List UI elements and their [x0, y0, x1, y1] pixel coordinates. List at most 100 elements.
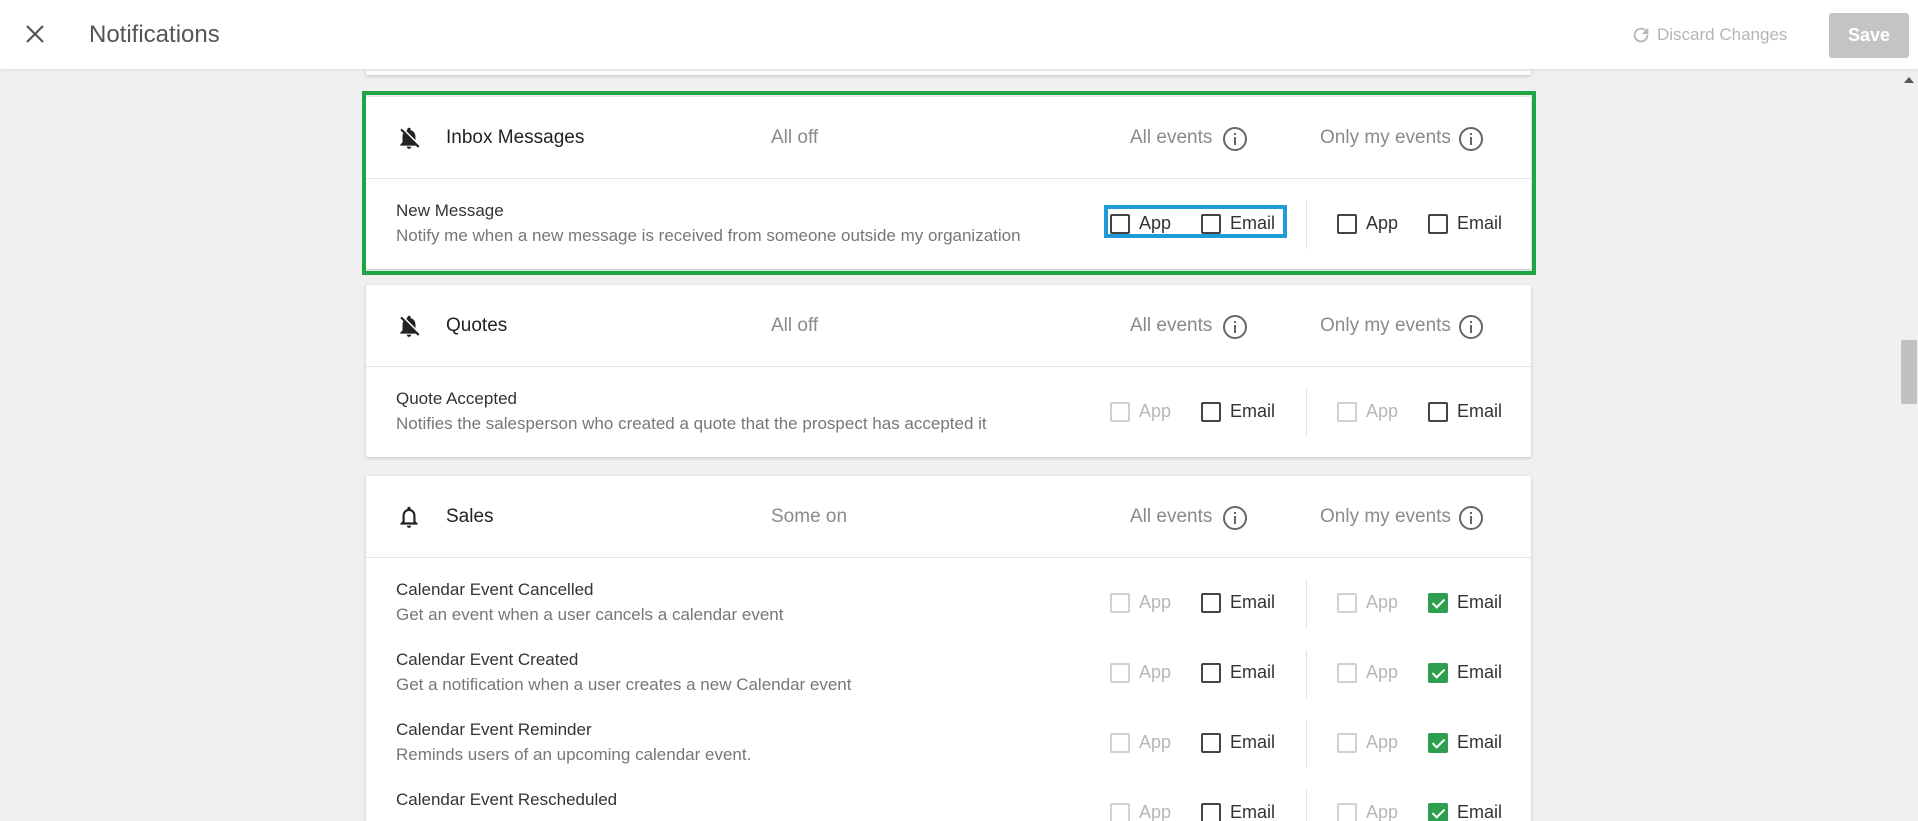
only-my-events-label: Only my events — [1320, 506, 1451, 527]
bell-off-icon — [396, 313, 422, 339]
my-events-email-checkbox[interactable] — [1428, 593, 1448, 613]
my-events-app-label: App — [1366, 732, 1399, 752]
notification-title: New Message — [396, 201, 504, 220]
notification-description: Notify me when a new message is received… — [396, 226, 1021, 245]
my-events-app-label: App — [1366, 592, 1399, 612]
all-events-email-label: Email — [1230, 732, 1276, 752]
section-status: All off — [771, 315, 819, 336]
notification-title: Calendar Event Rescheduled — [396, 790, 618, 809]
all-events-app-label: App — [1139, 732, 1172, 752]
column-divider — [1306, 389, 1307, 437]
info-icon[interactable] — [1222, 505, 1248, 531]
all-events-app-checkbox — [1110, 663, 1130, 683]
all-events-email-label: Email — [1230, 592, 1276, 612]
info-icon[interactable] — [1458, 126, 1484, 152]
my-events-email-label: Email — [1457, 802, 1503, 821]
notification-row: Calendar Event Reminder Reminds users of … — [366, 698, 1531, 768]
section-title: Sales — [446, 506, 494, 527]
section-header: Sales Some on All events Only my events — [366, 476, 1531, 558]
discard-changes-label: Discard Changes — [1657, 25, 1788, 44]
my-events-email-label: Email — [1457, 592, 1503, 612]
top-bar: Notifications Discard Changes Save — [0, 0, 1918, 70]
my-events-app-label: App — [1366, 662, 1399, 682]
info-icon[interactable] — [1458, 505, 1484, 531]
page-title: Notifications — [89, 21, 220, 48]
my-events-app-checkbox — [1337, 593, 1357, 613]
all-events-app-label: App — [1139, 401, 1172, 421]
close-button[interactable] — [18, 17, 52, 51]
all-events-email-label: Email — [1230, 401, 1276, 421]
scroll-up-arrow[interactable] — [1904, 77, 1914, 83]
my-events-email-checkbox[interactable] — [1428, 663, 1448, 683]
info-icon[interactable] — [1222, 314, 1248, 340]
scrollbar-thumb[interactable] — [1901, 340, 1917, 404]
section-title: Quotes — [446, 315, 508, 336]
all-events-label: All events — [1130, 127, 1213, 148]
column-divider — [1306, 650, 1307, 698]
all-events-email-checkbox[interactable] — [1201, 733, 1221, 753]
notification-row: Calendar Event Rescheduled App Email App Ema… — [366, 768, 1531, 821]
bell-icon — [396, 504, 422, 530]
scrollbar[interactable] — [1900, 71, 1918, 821]
all-events-email-checkbox[interactable] — [1201, 663, 1221, 683]
section-card: Quotes All off All events Only my events Quo… — [366, 285, 1531, 457]
my-events-email-label: Email — [1457, 732, 1503, 752]
section-header: Quotes All off All events Only my events — [366, 285, 1531, 367]
notification-row: New Message Notify me when a new message … — [366, 179, 1531, 269]
save-button[interactable]: Save — [1829, 13, 1909, 58]
all-events-app-label: App — [1139, 662, 1172, 682]
my-events-app-checkbox — [1337, 663, 1357, 683]
notification-title: Calendar Event Created — [396, 650, 579, 669]
notification-row: Calendar Event Created Get a notification… — [366, 628, 1531, 698]
notification-row: Calendar Event Cancelled Get an event whe… — [366, 558, 1531, 628]
all-events-app-label: App — [1139, 592, 1172, 612]
all-events-label: All events — [1130, 315, 1213, 336]
my-events-app-checkbox[interactable] — [1337, 214, 1357, 234]
my-events-email-checkbox[interactable] — [1428, 402, 1448, 422]
column-divider — [1306, 580, 1307, 628]
only-my-events-label: Only my events — [1320, 127, 1451, 148]
section-status: All off — [771, 127, 819, 148]
only-my-events-label: Only my events — [1320, 315, 1451, 336]
notification-description: Get a notification when a user creates a… — [396, 675, 852, 694]
column-divider — [1306, 790, 1307, 821]
notification-description: Reminds users of an upcoming calendar ev… — [396, 745, 752, 764]
notification-title: Calendar Event Cancelled — [396, 580, 594, 599]
my-events-email-checkbox[interactable] — [1428, 733, 1448, 753]
bell-off-icon — [396, 125, 422, 151]
my-events-email-label: Email — [1457, 401, 1503, 421]
my-events-email-checkbox[interactable] — [1428, 214, 1448, 234]
all-events-app-checkbox[interactable] — [1110, 214, 1130, 234]
my-events-app-label: App — [1366, 401, 1399, 421]
previous-section-card — [366, 71, 1531, 75]
column-divider — [1306, 720, 1307, 768]
section-header: Inbox Messages All off All events Only my e… — [366, 97, 1531, 179]
discard-changes-button[interactable]: Discard Changes — [1630, 24, 1787, 46]
notification-row: Quote Accepted Notifies the salesperson w… — [366, 367, 1531, 457]
my-events-email-label: Email — [1457, 213, 1503, 233]
notification-list: Inbox Messages All off All events Only my e… — [0, 71, 1900, 821]
my-events-email-label: Email — [1457, 662, 1503, 682]
all-events-app-checkbox — [1110, 402, 1130, 422]
info-icon[interactable] — [1458, 314, 1484, 340]
all-events-email-checkbox[interactable] — [1201, 803, 1221, 821]
my-events-app-checkbox — [1337, 402, 1357, 422]
my-events-app-checkbox — [1337, 733, 1357, 753]
all-events-label: All events — [1130, 506, 1213, 527]
column-divider — [1306, 201, 1307, 249]
all-events-app-checkbox — [1110, 803, 1130, 821]
notification-title: Calendar Event Reminder — [396, 720, 592, 739]
all-events-email-label: Email — [1230, 213, 1276, 233]
notification-description: Notifies the salesperson who created a q… — [396, 414, 987, 433]
all-events-app-checkbox — [1110, 733, 1130, 753]
all-events-email-checkbox[interactable] — [1201, 402, 1221, 422]
all-events-email-checkbox[interactable] — [1201, 214, 1221, 234]
notification-description: Get an event when a user cancels a calen… — [396, 605, 784, 624]
all-events-email-checkbox[interactable] — [1201, 593, 1221, 613]
my-events-email-checkbox[interactable] — [1428, 803, 1448, 821]
all-events-app-checkbox — [1110, 593, 1130, 613]
info-icon[interactable] — [1222, 126, 1248, 152]
notification-title: Quote Accepted — [396, 389, 517, 408]
refresh-icon — [1633, 27, 1649, 43]
my-events-app-checkbox — [1337, 803, 1357, 821]
